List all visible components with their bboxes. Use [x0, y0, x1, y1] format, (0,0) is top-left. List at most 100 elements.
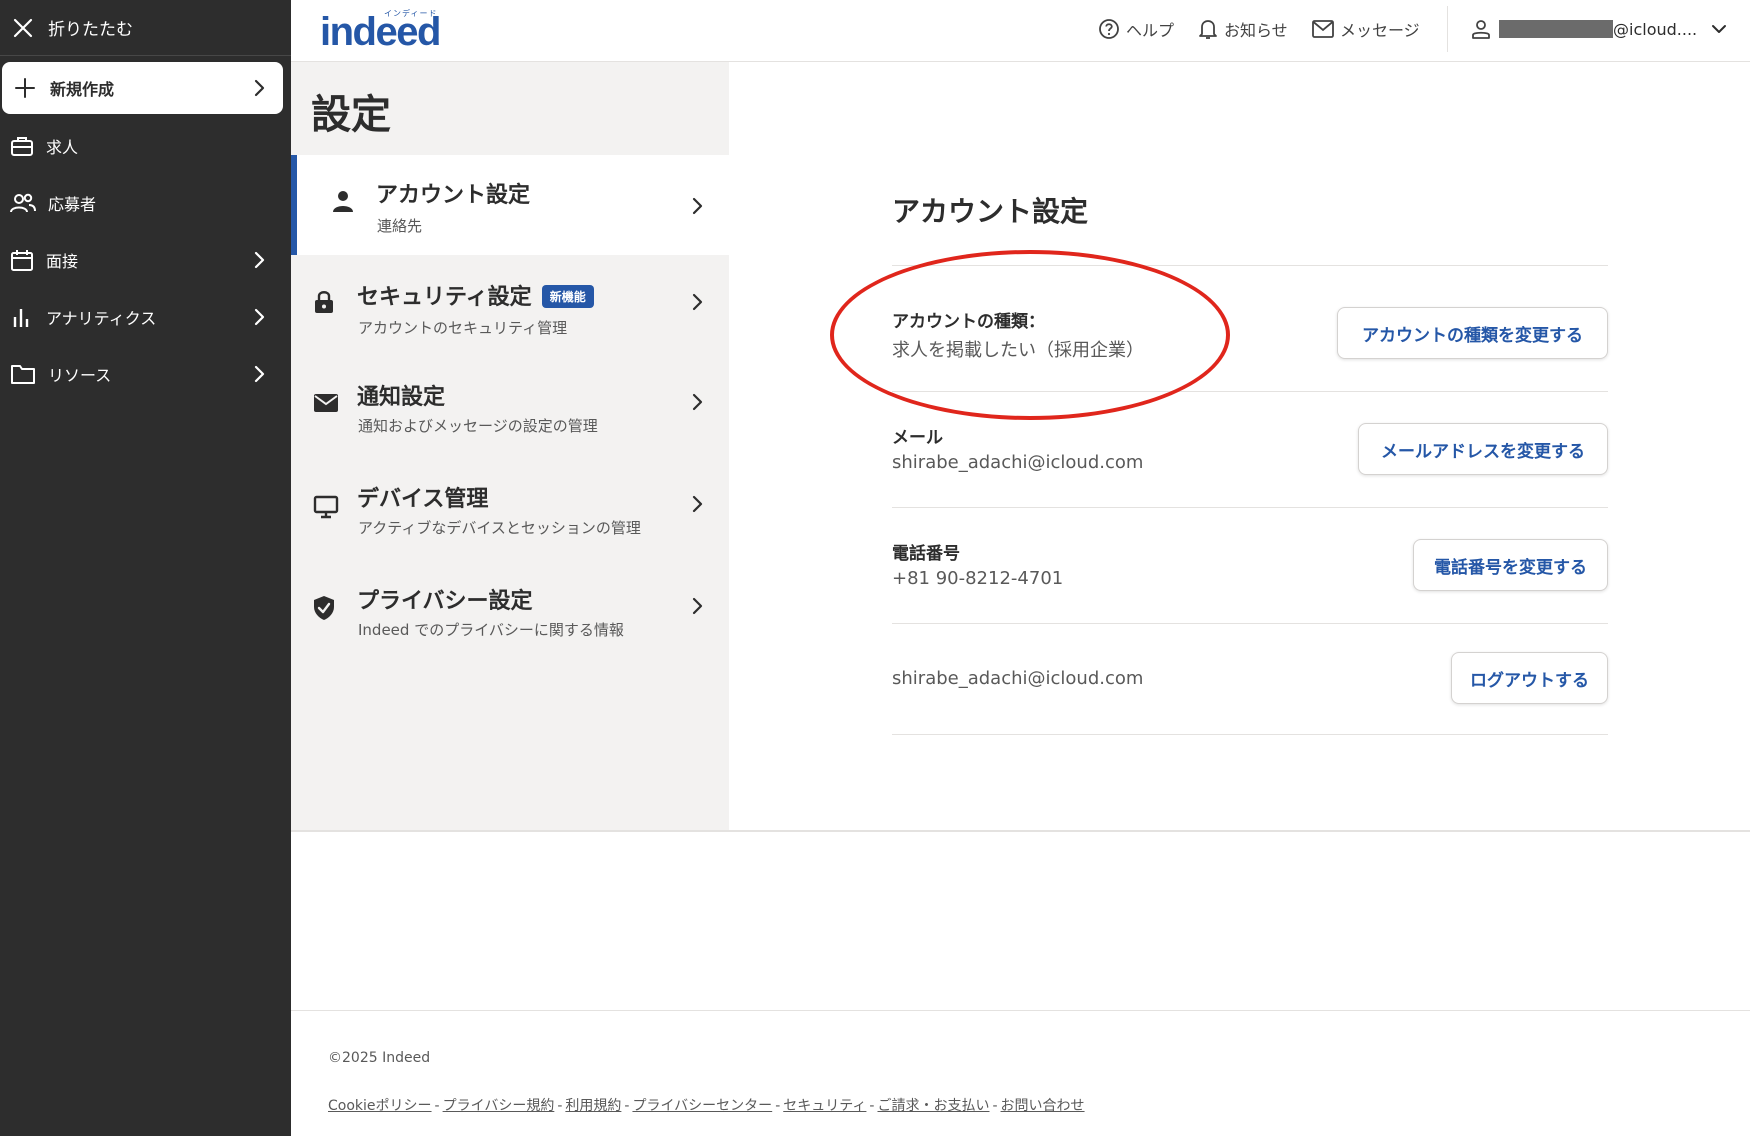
bar-chart-icon — [13, 309, 29, 327]
settings-item-subtitle: Indeed でのプライバシーに関する情報 — [358, 621, 624, 639]
copyright-text: ©2025 Indeed — [328, 1050, 431, 1066]
plus-icon — [15, 78, 35, 98]
account-menu[interactable]: @icloud.... — [1471, 16, 1727, 42]
people-icon — [10, 193, 36, 213]
footer-link-privacy-policy[interactable]: プライバシー規約 — [443, 1098, 555, 1114]
footer-link-privacy-center[interactable]: プライバシーセンター — [632, 1098, 772, 1114]
bell-icon — [1199, 20, 1217, 39]
chevron-right-icon — [254, 365, 265, 383]
messages-label: メッセージ — [1340, 21, 1420, 40]
briefcase-icon — [11, 137, 33, 156]
footer-link-contact[interactable]: お問い合わせ — [1001, 1098, 1085, 1114]
chevron-right-icon — [692, 495, 703, 513]
mail-icon — [1312, 20, 1334, 38]
close-icon — [13, 18, 33, 37]
settings-item-subtitle: 連絡先 — [377, 217, 423, 235]
sidebar-item-label: 求人 — [46, 138, 79, 157]
calendar-icon — [11, 250, 33, 271]
settings-item-devices[interactable]: デバイス管理 アクティブなデバイスとセッションの管理 — [291, 461, 729, 561]
divider — [892, 507, 1608, 508]
change-email-button[interactable]: メールアドレスを変更する — [1358, 423, 1608, 475]
footer-link-security[interactable]: セキュリティ — [783, 1098, 866, 1114]
sidebar-item-resources[interactable]: リソース — [0, 348, 291, 400]
chevron-right-icon — [692, 393, 703, 411]
footer-link-cookie[interactable]: Cookieポリシー — [328, 1098, 432, 1114]
divider — [892, 265, 1608, 266]
notifications-label: お知らせ — [1224, 21, 1288, 40]
phone-value: +81 90-8212-4701 — [892, 568, 1064, 589]
header-divider — [1447, 6, 1448, 52]
logout-account-email: shirabe_adachi@icloud.com — [892, 668, 1144, 689]
settings-item-title: セキュリティ設定 — [357, 285, 532, 310]
sidebar-item-label: アナリティクス — [46, 309, 157, 328]
footer-separator: - — [869, 1098, 875, 1114]
person-icon — [333, 191, 353, 212]
redacted-email-mask — [1499, 20, 1613, 38]
indeed-logo[interactable]: インディード indeed — [320, 6, 456, 54]
settings-item-subtitle: アカウントのセキュリティ管理 — [358, 319, 568, 337]
messages-link[interactable]: メッセージ — [1312, 17, 1420, 41]
help-label: ヘルプ — [1126, 21, 1175, 40]
phone-label: 電話番号 — [892, 544, 960, 564]
settings-item-subtitle: アクティブなデバイスとセッションの管理 — [358, 519, 641, 537]
footer-link-terms[interactable]: 利用規約 — [565, 1098, 621, 1114]
lock-icon — [315, 291, 333, 313]
new-feature-badge: 新機能 — [541, 285, 594, 308]
account-email: @icloud.... — [1613, 19, 1698, 39]
settings-item-security[interactable]: セキュリティ設定 新機能 アカウントのセキュリティ管理 — [291, 257, 729, 357]
footer-divider — [291, 1010, 1750, 1011]
footer-separator: - — [624, 1098, 630, 1114]
sidebar-item-interviews[interactable]: 面接 — [0, 234, 291, 286]
settings-item-privacy[interactable]: プライバシー設定 Indeed でのプライバシーに関する情報 — [291, 563, 729, 663]
chevron-down-icon — [1712, 25, 1727, 33]
settings-item-title: 通知設定 — [357, 385, 446, 410]
sidebar-item-label: 応募者 — [48, 195, 97, 214]
left-sidebar: 折りたたむ 新規作成 求人 応募者 面接 アナリティクス リソース — [0, 0, 291, 1136]
create-new-button[interactable]: 新規作成 — [2, 62, 283, 114]
envelope-icon — [314, 394, 338, 412]
footer-separator: - — [992, 1098, 998, 1114]
user-icon — [1472, 20, 1490, 39]
settings-item-title: アカウント設定 — [376, 183, 531, 208]
footer-separator: - — [434, 1098, 440, 1114]
footer-separator: - — [557, 1098, 563, 1114]
settings-item-title: プライバシー設定 — [357, 589, 533, 614]
account-settings-title: アカウント設定 — [892, 195, 1089, 228]
collapse-sidebar-button[interactable]: 折りたたむ — [0, 0, 291, 56]
chevron-right-icon — [254, 308, 265, 326]
notifications-link[interactable]: お知らせ — [1198, 17, 1288, 41]
logo-wordmark: indeed — [320, 10, 441, 54]
collapse-label: 折りたたむ — [48, 20, 133, 40]
help-icon — [1099, 19, 1119, 39]
settings-item-notifications[interactable]: 通知設定 通知およびメッセージの設定の管理 — [291, 359, 729, 459]
help-link[interactable]: ヘルプ — [1098, 17, 1174, 41]
chevron-right-icon — [692, 197, 703, 215]
account-type-value: 求人を掲載したい（採用企業） — [892, 340, 1144, 361]
settings-nav: 設定 アカウント設定 連絡先 セキュリティ設定 新機能 アカウントのセキュリティ管… — [291, 62, 729, 830]
chevron-right-icon — [692, 293, 703, 311]
page-title: 設定 — [311, 92, 391, 138]
chevron-right-icon — [254, 79, 265, 97]
sidebar-item-label: 面接 — [46, 252, 79, 271]
sidebar-item-jobs[interactable]: 求人 — [0, 120, 291, 172]
content-bottom-border — [291, 830, 1750, 832]
footer-separator: - — [775, 1098, 781, 1114]
email-value: shirabe_adachi@icloud.com — [892, 452, 1144, 473]
email-label: メール — [892, 428, 943, 448]
divider — [892, 623, 1608, 624]
sidebar-item-analytics[interactable]: アナリティクス — [0, 291, 291, 343]
create-new-label: 新規作成 — [50, 80, 115, 99]
divider — [892, 734, 1608, 735]
change-phone-button[interactable]: 電話番号を変更する — [1413, 539, 1608, 591]
settings-item-subtitle: 通知およびメッセージの設定の管理 — [358, 417, 598, 435]
change-account-type-button[interactable]: アカウントの種類を変更する — [1337, 307, 1608, 359]
chevron-right-icon — [692, 597, 703, 615]
sidebar-item-label: リソース — [48, 366, 112, 385]
sidebar-item-applicants[interactable]: 応募者 — [0, 177, 291, 229]
footer-link-billing[interactable]: ご請求・お支払い — [877, 1098, 989, 1114]
logout-button[interactable]: ログアウトする — [1451, 652, 1608, 704]
settings-item-account[interactable]: アカウント設定 連絡先 — [291, 155, 729, 255]
top-header: インディード indeed ヘルプ お知らせ メッセージ @icloud.... — [291, 0, 1750, 62]
account-type-label: アカウントの種類： — [892, 312, 1045, 332]
settings-item-title-row: セキュリティ設定 新機能 — [357, 279, 594, 311]
